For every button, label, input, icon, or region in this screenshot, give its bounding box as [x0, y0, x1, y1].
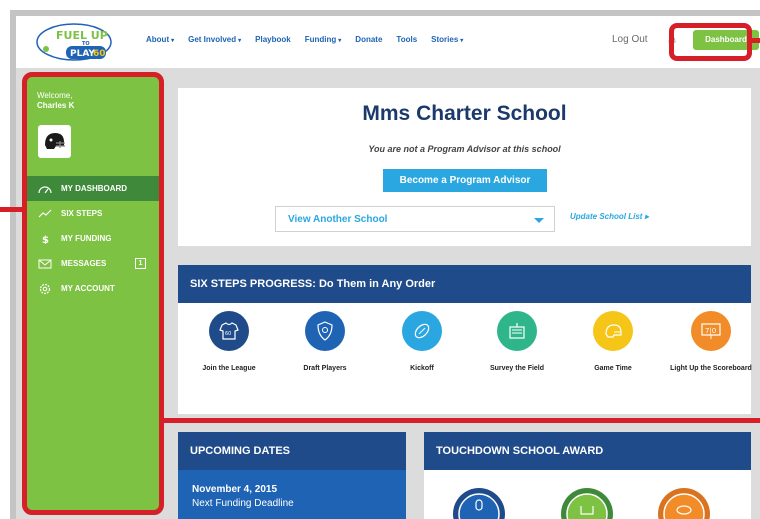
dollar-icon: $ — [37, 234, 53, 244]
caret-down-icon: ▾ — [460, 38, 464, 44]
sidebar-item-messages[interactable]: MESSAGES 1 — [27, 251, 159, 276]
award-badge-green-icon — [561, 488, 613, 519]
highlight-connector-left — [0, 207, 22, 212]
update-school-list-link[interactable]: Update School List ▸ — [570, 212, 649, 221]
trend-icon — [37, 209, 53, 219]
shield-icon — [305, 311, 345, 351]
sidebar: Welcome, Charles K MY DASHBOARD SIX STEPS… — [22, 72, 164, 515]
step-light-up-the-scoreboard[interactable]: 7|0 Light Up the Scoreboard — [666, 311, 756, 373]
nav-item-label: Tools — [396, 35, 418, 44]
date-event: Next Funding Deadline — [192, 498, 294, 509]
sidebar-item-label: MY FUNDING — [61, 234, 112, 243]
six-steps-card: SIX STEPS PROGRESS: Do Them in Any Order… — [178, 265, 752, 414]
highlight-connector-main — [164, 418, 760, 423]
touchdown-award-header: TOUCHDOWN SCHOOL AWARD — [424, 432, 751, 470]
step-label: Light Up the Scoreboard — [670, 365, 752, 372]
step-label: Join the League — [202, 365, 256, 372]
step-label: Draft Players — [303, 365, 347, 372]
log-out-link[interactable]: Log Out — [612, 34, 648, 45]
sidebar-menu: MY DASHBOARD SIX STEPS $ MY FUNDING MESSAGES… — [27, 176, 159, 301]
welcome-label: Welcome, — [37, 91, 73, 100]
six-steps-header: SIX STEPS PROGRESS: Do Them in Any Order — [178, 265, 751, 303]
scoreboard-icon: 7|0 — [691, 311, 731, 351]
svg-text:7|0: 7|0 — [705, 327, 716, 335]
sidebar-item-my-account[interactable]: MY ACCOUNT — [27, 276, 159, 301]
caret-down-icon: ▾ — [338, 38, 342, 44]
nav-item-label: Playbook — [255, 35, 291, 44]
envelope-icon — [37, 259, 53, 269]
sidebar-item-label: MESSAGES — [61, 259, 107, 268]
nav-item-label: Funding — [304, 35, 337, 44]
sidebar-item-label: SIX STEPS — [61, 209, 103, 218]
nav-item-stories[interactable]: Stories ▾ — [431, 35, 463, 44]
sidebar-item-label: MY ACCOUNT — [61, 284, 115, 293]
nav-item-label: Get Involved — [188, 35, 237, 44]
football-icon — [402, 311, 442, 351]
welcome-block: Welcome, Charles K — [37, 91, 74, 111]
nav-item-label: Donate — [355, 35, 383, 44]
sidebar-item-my-dashboard[interactable]: MY DASHBOARD — [27, 176, 159, 201]
step-survey-the-field[interactable]: Survey the Field — [472, 311, 562, 373]
gear-icon — [37, 283, 53, 295]
become-advisor-button[interactable]: Become a Program Advisor — [383, 169, 547, 192]
fuel-up-to-play-60-logo[interactable]: FUEL UP TO PLAY 60 — [36, 22, 122, 62]
step-draft-players[interactable]: Draft Players — [280, 311, 370, 373]
sidebar-item-my-funding[interactable]: $ MY FUNDING — [27, 226, 159, 251]
svg-text:60: 60 — [225, 331, 231, 337]
messages-count-badge: 1 — [135, 258, 146, 269]
nav-item-funding[interactable]: Funding ▾ — [305, 35, 342, 44]
school-select[interactable]: View Another School — [275, 206, 555, 232]
award-badge-blue-icon — [453, 488, 505, 519]
school-card: Mms Charter School You are not a Program… — [178, 88, 751, 246]
logo-text-play: PLAY — [70, 49, 95, 59]
school-title: Mms Charter School — [362, 102, 567, 125]
step-join-the-league[interactable]: 60 Join the League — [184, 311, 274, 373]
nav-item-get-involved[interactable]: Get Involved ▾ — [188, 35, 241, 44]
nav-item-label: About — [146, 35, 170, 44]
nav-item-about[interactable]: About ▾ — [146, 35, 174, 44]
sidebar-item-six-steps[interactable]: SIX STEPS — [27, 201, 159, 226]
touchdown-award-card: TOUCHDOWN SCHOOL AWARD — [424, 432, 751, 519]
logo-text-60: 60 — [93, 49, 106, 59]
school-select-value: View Another School — [288, 214, 388, 225]
date-value: November 4, 2015 — [192, 484, 278, 495]
user-name: Charles K — [37, 101, 75, 110]
dashboard-highlight-box — [669, 23, 752, 61]
award-badge-orange-icon — [658, 488, 710, 519]
nav-item-playbook[interactable]: Playbook — [255, 35, 291, 44]
step-label: Kickoff — [410, 365, 434, 372]
step-kickoff[interactable]: Kickoff — [377, 311, 467, 373]
caret-down-icon: ▾ — [171, 38, 175, 44]
nav-item-tools[interactable]: Tools — [396, 35, 417, 44]
sidebar-item-label: MY DASHBOARD — [61, 184, 128, 193]
jersey-icon: 60 — [209, 311, 249, 351]
advisor-status-text: You are not a Program Advisor at this sc… — [368, 144, 561, 154]
top-navigation: FUEL UP TO PLAY 60 About ▾ Get Involved ▾ Pl… — [16, 16, 760, 68]
chevron-down-icon — [534, 218, 544, 223]
upcoming-dates-header: UPCOMING DATES — [178, 432, 406, 470]
step-label: Game Time — [594, 365, 632, 372]
svg-text:$: $ — [42, 235, 49, 244]
clipboard-icon — [497, 311, 537, 351]
step-game-time[interactable]: Game Time — [568, 311, 658, 373]
step-label: Survey the Field — [489, 365, 545, 372]
chevron-right-icon: ▸ — [644, 212, 649, 221]
gauge-icon — [37, 184, 53, 194]
helmet-icon — [593, 311, 633, 351]
main-menu: About ▾ Get Involved ▾ Playbook Funding ▾ Donat… — [146, 35, 477, 44]
update-link-text: Update School List — [570, 212, 643, 221]
nav-item-label: Stories — [431, 35, 459, 44]
avatar[interactable] — [38, 125, 71, 158]
nav-item-donate[interactable]: Donate — [355, 35, 382, 44]
upcoming-dates-card: UPCOMING DATES November 4, 2015 Next Fun… — [178, 432, 406, 519]
helmet-avatar-icon — [45, 133, 65, 149]
caret-down-icon: ▾ — [238, 38, 242, 44]
highlight-connector — [752, 38, 760, 43]
